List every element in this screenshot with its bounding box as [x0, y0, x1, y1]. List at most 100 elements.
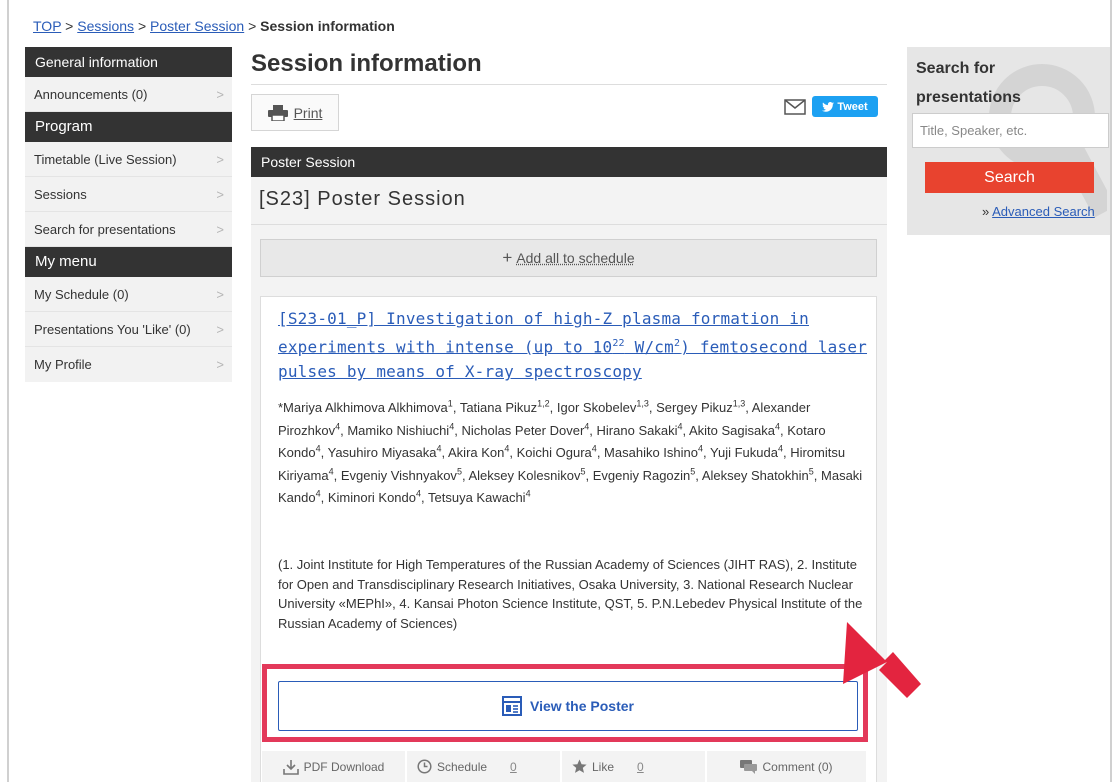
author-name: *Mariya Alkhimova Alkhimova — [278, 400, 448, 415]
session-title: [S23] Poster Session — [259, 188, 466, 210]
chevron-right-icon: > — [216, 87, 224, 102]
add-all-to-schedule-button[interactable]: + Add all to schedule — [260, 239, 877, 277]
session-divider — [251, 224, 887, 225]
author-affiliation-number: 4 — [504, 443, 510, 454]
author-name: Kiminori Kondo — [327, 490, 416, 505]
author-affiliation-number: 1,3 — [732, 398, 746, 409]
author-name: Akira Kon — [448, 445, 505, 460]
presentation-title-text: W/cm — [624, 337, 674, 357]
sidebar-item-timetable[interactable]: Timetable (Live Session) > — [25, 142, 232, 177]
sidebar-heading-program: Program — [25, 112, 232, 142]
author-affiliation-number: 4 — [436, 443, 442, 454]
sidebar-item-label: Sessions — [34, 187, 87, 202]
sidebar-item-label: Presentations You 'Like' (0) — [34, 322, 191, 337]
author-name: Tetsuya Kawachi — [428, 490, 526, 505]
page-title: Session information — [251, 50, 482, 77]
sidebar-item-liked[interactable]: Presentations You 'Like' (0) > — [25, 312, 232, 347]
author-name: Igor Skobelev — [556, 400, 637, 415]
author-name: Nicholas Peter Dover — [461, 422, 585, 438]
schedule-button[interactable]: Schedule 0 — [407, 751, 562, 782]
tweet-label: Tweet — [837, 100, 868, 113]
comment-button[interactable]: Comment (0) — [707, 751, 868, 782]
title-divider — [251, 84, 887, 85]
advanced-search-link[interactable]: Advanced Search — [992, 204, 1095, 219]
sidebar-item-sessions[interactable]: Sessions > — [25, 177, 232, 212]
author-affiliation-number: 4 — [591, 443, 597, 454]
breadcrumb-top-link[interactable]: TOP — [33, 18, 61, 34]
author-affiliation-number: 4 — [416, 488, 422, 499]
view-poster-button[interactable]: View the Poster — [278, 681, 858, 731]
chevron-right-icon: > — [216, 222, 224, 237]
poster-icon — [501, 696, 522, 716]
author-name: Hirano Sakaki — [596, 422, 678, 438]
like-label: Like — [592, 759, 615, 774]
plus-icon: + — [502, 248, 513, 267]
author-name: Sergey Pikuz — [656, 400, 733, 415]
sidebar-item-search-presentations[interactable]: Search for presentations > — [25, 212, 232, 247]
sidebar-item-label: My Profile — [34, 357, 92, 372]
presentation-title-link[interactable]: [S23-01_P] Investigation of high-Z plasm… — [278, 306, 868, 384]
schedule-count[interactable]: 0 — [510, 760, 517, 774]
author-affiliation-number: 4 — [775, 421, 781, 432]
left-sidebar: General information Announcements (0) > … — [25, 47, 232, 382]
author-name: Masahiko Ishino — [604, 445, 698, 460]
chevron-right-icon: > — [216, 187, 224, 202]
sidebar-item-label: Announcements (0) — [34, 87, 148, 102]
author-name: Tatiana Pikuz — [459, 400, 538, 415]
pdf-download-button[interactable]: PDF Download — [262, 751, 407, 782]
sidebar-item-label: My Schedule (0) — [34, 287, 129, 302]
author-affiliation-number: 4 — [777, 443, 783, 454]
sidebar-item-label: Search for presentations — [34, 222, 176, 237]
red-arrow-pointer-icon — [843, 622, 921, 698]
author-affiliation-number: 4 — [315, 443, 321, 454]
chevron-right-icon: > — [216, 152, 224, 167]
schedule-label: Schedule — [437, 759, 488, 774]
breadcrumb-separator: > — [137, 18, 147, 34]
twitter-bird-icon — [822, 101, 835, 112]
author-affiliation-number: 5 — [456, 466, 462, 477]
section-header-poster-session: Poster Session — [251, 147, 887, 177]
author-list: *Mariya Alkhimova Alkhimova1, Tatiana Pi… — [278, 398, 863, 505]
printer-icon — [267, 104, 288, 121]
author-affiliation-number: 4 — [315, 488, 321, 499]
like-count[interactable]: 0 — [637, 760, 644, 774]
page-frame-left — [7, 0, 9, 782]
sidebar-item-my-schedule[interactable]: My Schedule (0) > — [25, 277, 232, 312]
author-affiliation-number: 5 — [808, 466, 814, 477]
author-name: Aleksey Kolesnikov — [468, 467, 581, 483]
print-button[interactable]: Print — [251, 94, 339, 131]
author-affiliation-number: 1 — [447, 398, 453, 409]
author-affiliation-number: 5 — [580, 466, 586, 477]
author-name: Akito Sagisaka — [689, 422, 775, 438]
author-affiliation-number: 4 — [698, 443, 704, 454]
star-icon — [572, 759, 587, 773]
affiliations: (1. Joint Institute for High Temperature… — [278, 557, 863, 631]
breadcrumb-separator: > — [248, 18, 257, 34]
author-affiliation-number: 1,3 — [636, 398, 649, 409]
author-name: Evgeniy Vishnyakov — [340, 467, 457, 483]
author-name: Aleksey Shatokhin — [701, 467, 809, 483]
sidebar-heading-general: General information — [25, 47, 232, 77]
sidebar-item-my-profile[interactable]: My Profile > — [25, 347, 232, 382]
author-name: Yasuhiro Miyasaka — [327, 445, 437, 460]
sidebar-item-label: Timetable (Live Session) — [34, 152, 177, 167]
chevron-right-icon: > — [216, 322, 224, 337]
clock-icon — [417, 759, 432, 774]
like-button[interactable]: Like 0 — [562, 751, 707, 782]
advanced-search-prefix: » — [982, 204, 990, 219]
download-icon — [282, 759, 299, 775]
chevron-right-icon: > — [216, 357, 224, 372]
search-panel-title: Search for presentations — [916, 60, 1021, 106]
author-affiliation-number: 1,2 — [537, 398, 550, 409]
breadcrumb-poster-session-link[interactable]: Poster Session — [150, 18, 244, 34]
breadcrumb-current: Session information — [260, 18, 395, 34]
search-button[interactable]: Search — [925, 162, 1094, 193]
author-affiliation-number: 4 — [328, 466, 334, 477]
mail-icon[interactable] — [784, 99, 806, 115]
tweet-button[interactable]: Tweet — [812, 96, 878, 117]
author-affiliation-number: 5 — [690, 466, 696, 477]
breadcrumb-sessions-link[interactable]: Sessions — [77, 18, 134, 34]
search-input[interactable] — [912, 113, 1109, 148]
sidebar-item-announcements[interactable]: Announcements (0) > — [25, 77, 232, 112]
comment-label: Comment (0) — [762, 759, 833, 774]
